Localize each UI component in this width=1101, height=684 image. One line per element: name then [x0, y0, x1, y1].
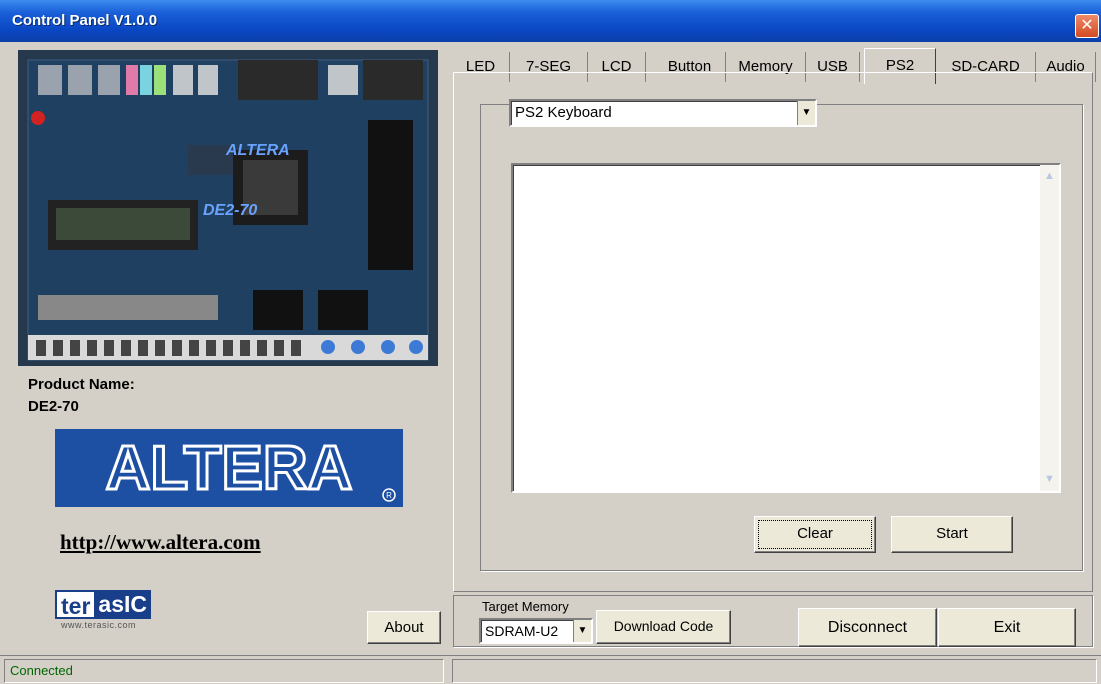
window-title: Control Panel V1.0.0 [12, 12, 158, 29]
chevron-down-icon[interactable]: ▼ [797, 101, 815, 125]
ps2-device-select[interactable]: PS2 Keyboard ▼ [509, 99, 817, 127]
disconnect-button[interactable]: Disconnect [798, 608, 937, 647]
de2-70-board-image: ALTERA DE2-70 [18, 50, 438, 366]
exit-button[interactable]: Exit [938, 608, 1076, 647]
svg-text:DE2-70: DE2-70 [203, 202, 257, 219]
ps2-device-select-value: PS2 Keyboard [515, 104, 612, 121]
ps2-output-textarea[interactable]: ▲ ▼ [511, 163, 1061, 493]
about-button[interactable]: About [367, 611, 441, 644]
clear-button[interactable]: Clear [754, 516, 876, 553]
product-name-value: DE2-70 [28, 398, 79, 415]
connection-status: Connected [10, 663, 73, 678]
status-pane-right [452, 659, 1097, 683]
scroll-down-icon[interactable]: ▼ [1040, 470, 1059, 489]
altera-website-link[interactable]: http://www.altera.com [60, 530, 261, 555]
start-button[interactable]: Start [891, 516, 1013, 553]
terasic-logo: ter asIC www.terasic.com [55, 590, 181, 630]
chevron-down-icon[interactable]: ▼ [573, 620, 591, 642]
board-illustration: ALTERA DE2-70 [18, 50, 438, 366]
terasic-logo-asic: asIC [94, 590, 151, 619]
altera-logo-mark: ALTERA R [55, 429, 403, 507]
title-bar: Control Panel V1.0.0 ✕ [0, 0, 1101, 42]
close-button[interactable]: ✕ [1075, 14, 1099, 38]
product-name-label: Product Name: [28, 376, 135, 393]
download-code-button[interactable]: Download Code [596, 610, 731, 644]
target-memory-value: SDRAM-U2 [485, 623, 559, 639]
target-memory-select[interactable]: SDRAM-U2 ▼ [479, 618, 593, 644]
altera-logo: ALTERA R [55, 429, 403, 507]
status-pane-left: Connected [4, 659, 444, 683]
scroll-up-icon[interactable]: ▲ [1040, 167, 1059, 186]
svg-text:ALTERA: ALTERA [225, 142, 290, 159]
status-bar: Connected [0, 655, 1101, 684]
target-memory-label: Target Memory [482, 599, 569, 614]
textarea-scrollbar[interactable]: ▲ ▼ [1040, 165, 1059, 491]
altera-logo-text: ALTERA [106, 434, 353, 503]
terasic-logo-ter: ter [55, 590, 95, 619]
terasic-url: www.terasic.com [61, 620, 137, 630]
svg-text:R: R [386, 491, 392, 500]
control-panel-window: Control Panel V1.0.0 ✕ ALTERA DE2-70 Pro… [0, 0, 1101, 684]
